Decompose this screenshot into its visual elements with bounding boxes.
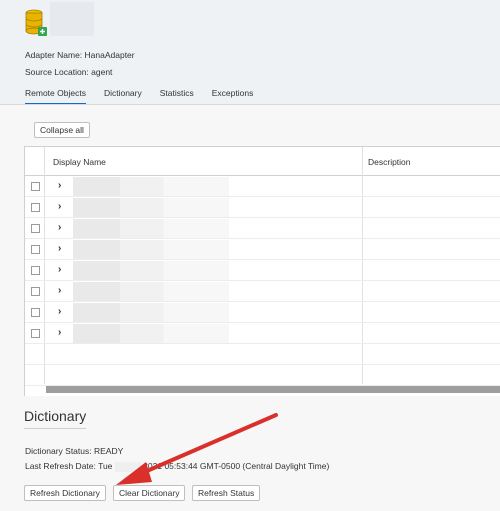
redacted-name <box>73 261 229 280</box>
source-location: Source Location: agent <box>25 67 113 77</box>
table-row[interactable]: › <box>25 239 500 260</box>
chevron-right-icon[interactable]: › <box>58 327 61 338</box>
row-checkbox[interactable] <box>31 203 40 212</box>
tab-exceptions[interactable]: Exceptions <box>212 88 254 105</box>
table-row[interactable]: › <box>25 260 500 281</box>
chevron-right-icon[interactable]: › <box>58 285 61 296</box>
refresh-dictionary-button[interactable]: Refresh Dictionary <box>24 485 106 501</box>
adapter-header: Adapter Name: HanaAdapter Source Locatio… <box>0 0 500 105</box>
dictionary-section-title: Dictionary <box>24 408 87 424</box>
section-title-underline <box>24 428 86 429</box>
redacted-name <box>73 198 229 217</box>
redacted-name <box>73 324 229 343</box>
chevron-right-icon[interactable]: › <box>58 222 61 233</box>
redacted-name <box>73 240 229 259</box>
empty-row <box>25 365 500 386</box>
collapse-all-button[interactable]: Collapse all <box>34 122 90 138</box>
redacted-name <box>73 303 229 322</box>
row-checkbox[interactable] <box>31 266 40 275</box>
chevron-right-icon[interactable]: › <box>58 306 61 317</box>
row-checkbox[interactable] <box>31 308 40 317</box>
refresh-date-suffix: 2021 05:53:44 GMT-0500 (Central Daylight… <box>143 461 330 471</box>
tab-remote-objects[interactable]: Remote Objects <box>25 88 86 105</box>
tab-bar: Remote Objects Dictionary Statistics Exc… <box>25 88 253 105</box>
row-checkbox[interactable] <box>31 287 40 296</box>
adapter-title-redacted <box>50 2 94 36</box>
dictionary-status: Dictionary Status: READY <box>25 446 124 456</box>
row-checkbox[interactable] <box>31 245 40 254</box>
last-refresh-date: Last Refresh Date: Tue 2021 05:53:44 GMT… <box>25 461 329 472</box>
chevron-right-icon[interactable]: › <box>58 180 61 191</box>
refresh-date-prefix: Last Refresh Date: Tue <box>25 461 113 471</box>
table-row[interactable]: › <box>25 281 500 302</box>
table-row[interactable]: › <box>25 218 500 239</box>
row-checkbox[interactable] <box>31 329 40 338</box>
tab-dictionary[interactable]: Dictionary <box>104 88 142 105</box>
redacted-date <box>114 461 141 472</box>
redacted-name <box>73 177 229 196</box>
chevron-right-icon[interactable]: › <box>58 243 61 254</box>
empty-row <box>25 344 500 365</box>
chevron-right-icon[interactable]: › <box>58 264 61 275</box>
horizontal-scrollbar[interactable] <box>46 386 500 393</box>
remote-objects-table: Display Name Description › › › › › › › › <box>24 146 500 396</box>
table-row[interactable]: › <box>25 302 500 323</box>
table-header: Display Name Description <box>25 147 500 176</box>
row-checkbox[interactable] <box>31 182 40 191</box>
tab-statistics[interactable]: Statistics <box>160 88 194 105</box>
table-row[interactable]: › <box>25 176 500 197</box>
row-checkbox[interactable] <box>31 224 40 233</box>
redacted-name <box>73 219 229 238</box>
refresh-status-button[interactable]: Refresh Status <box>192 485 261 501</box>
column-header-display-name[interactable]: Display Name <box>53 157 106 167</box>
chevron-right-icon[interactable]: › <box>58 201 61 212</box>
database-icon <box>25 9 47 36</box>
table-row[interactable]: › <box>25 197 500 218</box>
header-divider <box>0 104 500 105</box>
clear-dictionary-button[interactable]: Clear Dictionary <box>113 485 186 501</box>
column-header-description[interactable]: Description <box>368 157 411 167</box>
redacted-name <box>73 282 229 301</box>
adapter-name: Adapter Name: HanaAdapter <box>25 50 135 60</box>
table-row[interactable]: › <box>25 323 500 344</box>
